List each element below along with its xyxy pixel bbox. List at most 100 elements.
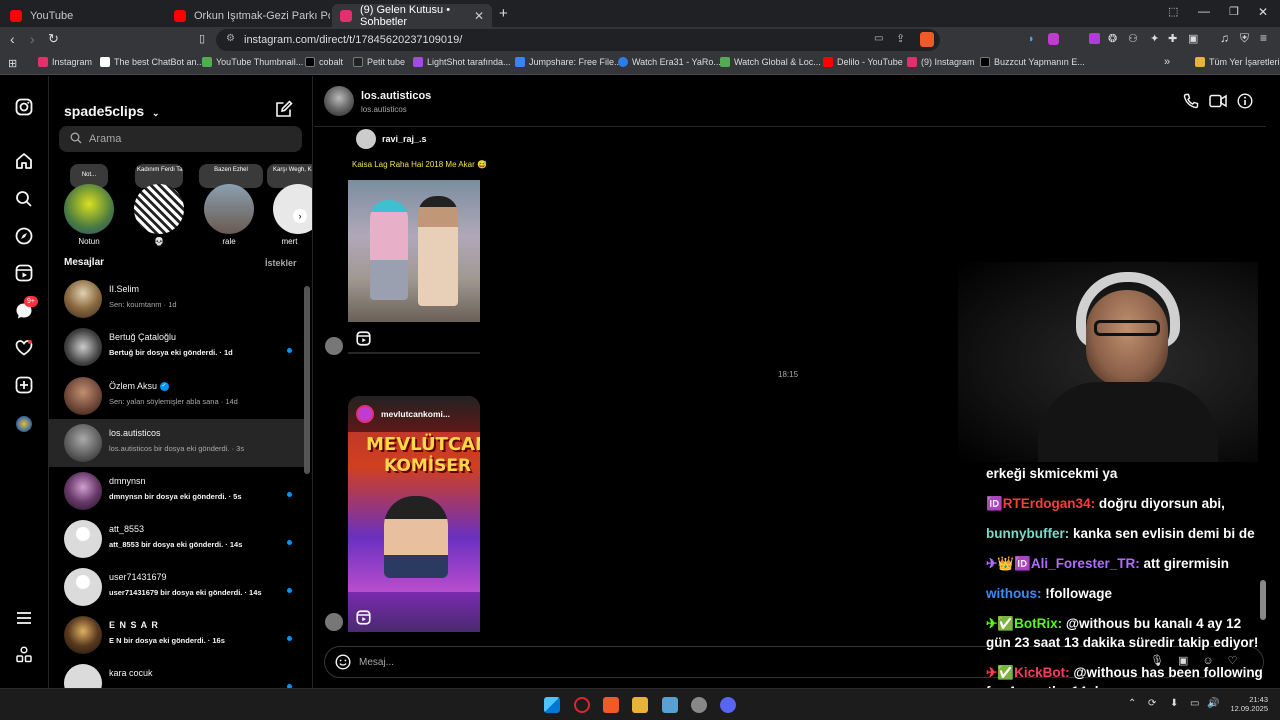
bookmark-item[interactable]: Petit tube: [353, 57, 405, 67]
bookmark-item[interactable]: Instagram: [38, 57, 92, 67]
story-note-own[interactable]: Not... Notun: [59, 164, 119, 246]
share-icon[interactable]: ⇪: [896, 32, 905, 45]
create-icon[interactable]: [14, 376, 34, 396]
thread-row[interactable]: kara cocuk: [49, 659, 304, 688]
extension-icon[interactable]: ⚇: [1128, 32, 1138, 45]
site-info-icon[interactable]: ⚙: [226, 33, 235, 44]
all-bookmarks-folder[interactable]: Tüm Yer İşaretleri: [1195, 57, 1280, 67]
brave-icon[interactable]: [603, 697, 619, 713]
explore-icon[interactable]: [14, 227, 34, 247]
thread-row-selected[interactable]: los.autisticos los.autisticos bir dosya …: [49, 419, 304, 467]
thread-row[interactable]: Özlem Aksu ✓ Sen: yalan söylemişler abla…: [49, 372, 304, 420]
close-tab-icon[interactable]: ✕: [474, 9, 484, 23]
opera-icon[interactable]: [574, 697, 590, 713]
network-icon[interactable]: ▭: [1190, 698, 1199, 709]
sidebar-toggle-icon[interactable]: ▣: [1188, 32, 1198, 45]
reel-thumbnail[interactable]: [348, 180, 480, 322]
extensions-icon[interactable]: ⬚: [1168, 5, 1178, 18]
music-icon[interactable]: ♫: [1220, 31, 1229, 45]
bookmark-item[interactable]: Delilo - YouTube: [823, 57, 903, 67]
tab-youtube-video[interactable]: Orkun Işıtmak-Gezi Parkı Polise Küfür: [166, 4, 330, 27]
thread-list-scrollbar[interactable]: [304, 286, 310, 474]
story-note[interactable]: Bazen Ezhel rale: [199, 164, 263, 246]
tab-instagram-inbox[interactable]: (9) Gelen Kutusu • Sohbetler ✕: [332, 4, 492, 28]
minimize-button[interactable]: —: [1198, 4, 1210, 18]
phone-icon[interactable]: [1183, 93, 1199, 114]
thread-row[interactable]: user71431679 user71431679 bir dosya eki …: [49, 563, 304, 611]
extension-icon[interactable]: [1089, 33, 1100, 44]
messages-icon[interactable]: 9+: [14, 296, 38, 322]
chat-avatar[interactable]: [324, 86, 354, 116]
search-icon[interactable]: [14, 190, 34, 210]
volume-icon[interactable]: 🔊: [1207, 698, 1219, 709]
address-bar[interactable]: ⚙ instagram.com/direct/t/178456202371090…: [216, 29, 940, 51]
instagram-logo-icon[interactable]: [14, 98, 34, 118]
bookmark-icon[interactable]: ▯: [199, 32, 205, 45]
reel-header[interactable]: ravi_raj_.s: [348, 129, 480, 159]
new-message-icon[interactable]: [275, 100, 293, 123]
bookmark-item[interactable]: Watch Global & Loc...: [720, 57, 821, 67]
puzzle-icon[interactable]: ✚: [1168, 32, 1177, 45]
thread-row[interactable]: dmnynsn dmnynsn bir dosya eki gönderdi. …: [49, 467, 304, 515]
video-call-icon[interactable]: [1209, 94, 1227, 113]
extension-icon[interactable]: ❂: [1108, 32, 1117, 45]
extension-icon[interactable]: [1048, 33, 1059, 45]
meta-apps-icon[interactable]: [14, 646, 34, 666]
photos-icon[interactable]: [662, 697, 678, 713]
bookmark-item[interactable]: LightShot tarafında...: [413, 57, 511, 67]
tray-icon[interactable]: ⬇: [1170, 698, 1178, 709]
menu-icon[interactable]: ≡: [1260, 31, 1267, 45]
chat-scrollbar[interactable]: [1260, 580, 1266, 620]
translate-icon[interactable]: ◗: [1028, 33, 1035, 45]
bookmark-item[interactable]: cobalt: [305, 57, 343, 67]
profile-avatar-icon[interactable]: [14, 414, 34, 434]
close-window-button[interactable]: ✕: [1258, 5, 1268, 19]
new-tab-button[interactable]: +: [499, 5, 508, 22]
thread-row[interactable]: E N S A R E N bir dosya eki gönderdi. · …: [49, 611, 304, 659]
notifications-heart-icon[interactable]: [14, 339, 34, 359]
file-explorer-icon[interactable]: [632, 697, 648, 713]
unread-dot: [287, 348, 292, 353]
tab-youtube[interactable]: YouTube: [2, 4, 166, 27]
bookmark-item[interactable]: Jumpshare: Free File...: [515, 57, 622, 67]
story-note[interactable]: Kadınım Ferdi Tayfur 💀: [129, 164, 189, 246]
emoji-icon[interactable]: [335, 654, 351, 673]
start-windows-icon[interactable]: [544, 697, 560, 713]
back-arrow-icon[interactable]: ‹: [10, 31, 15, 47]
bookmark-item[interactable]: (9) Instagram: [907, 57, 975, 67]
search-input[interactable]: Arama: [59, 126, 302, 152]
maximize-button[interactable]: ❐: [1229, 5, 1239, 18]
stream-chat-line: ✈✅BotRix: @withous bu kanalı 4 ay 12: [986, 616, 1242, 631]
more-bookmarks-icon[interactable]: »: [1164, 56, 1170, 68]
tray-overflow-icon[interactable]: ⌃: [1128, 698, 1136, 709]
thread-row[interactable]: Bertuğ Çataloğlu Bertuğ bir dosya eki gö…: [49, 323, 304, 371]
reel-thumbnail[interactable]: mevlutcankomi... MEVLÜTCAN KOMİSER: [348, 396, 480, 632]
thread-row[interactable]: II.Selim Sen: koumtanm · 1d: [49, 275, 304, 323]
reels-icon[interactable]: [14, 264, 34, 284]
bookmark-item[interactable]: Buzzcut Yapmanın E...: [980, 57, 1085, 67]
stories-next-icon[interactable]: ›: [293, 209, 307, 223]
bookmark-item[interactable]: The best ChatBot an...: [100, 57, 204, 67]
obs-icon[interactable]: [691, 697, 707, 713]
forward-arrow-icon[interactable]: ›: [30, 31, 35, 47]
info-icon[interactable]: [1237, 93, 1253, 114]
story-note[interactable]: Karşı Wegh, Kesk mert: [267, 164, 312, 246]
bookmark-item[interactable]: Watch Era31 - YaRo...: [618, 57, 721, 67]
tray-icon[interactable]: ⟳: [1148, 698, 1156, 709]
more-menu-icon[interactable]: [14, 609, 34, 629]
brave-shield-icon[interactable]: [920, 32, 934, 47]
bookmark-item[interactable]: YouTube Thumbnail...: [202, 57, 303, 67]
extension-icon[interactable]: ✦: [1150, 32, 1159, 45]
tab-title: YouTube: [30, 9, 74, 22]
apps-grid-icon[interactable]: ⊞: [8, 57, 17, 70]
cast-icon[interactable]: ▭: [874, 33, 883, 44]
account-switcher[interactable]: spade5clips ⌄: [64, 103, 160, 119]
reload-icon[interactable]: ↻: [48, 31, 59, 47]
home-icon[interactable]: [14, 152, 34, 172]
discord-icon[interactable]: [720, 697, 736, 713]
thread-row[interactable]: att_8553 att_8553 bir dosya eki gönderdi…: [49, 515, 304, 563]
requests-link[interactable]: İstekler: [265, 258, 297, 268]
vpn-shield-icon[interactable]: ⛨: [1240, 31, 1249, 46]
clock[interactable]: 21:43 12.09.2025: [1228, 695, 1268, 713]
chat-title[interactable]: los.autisticos: [361, 90, 431, 102]
